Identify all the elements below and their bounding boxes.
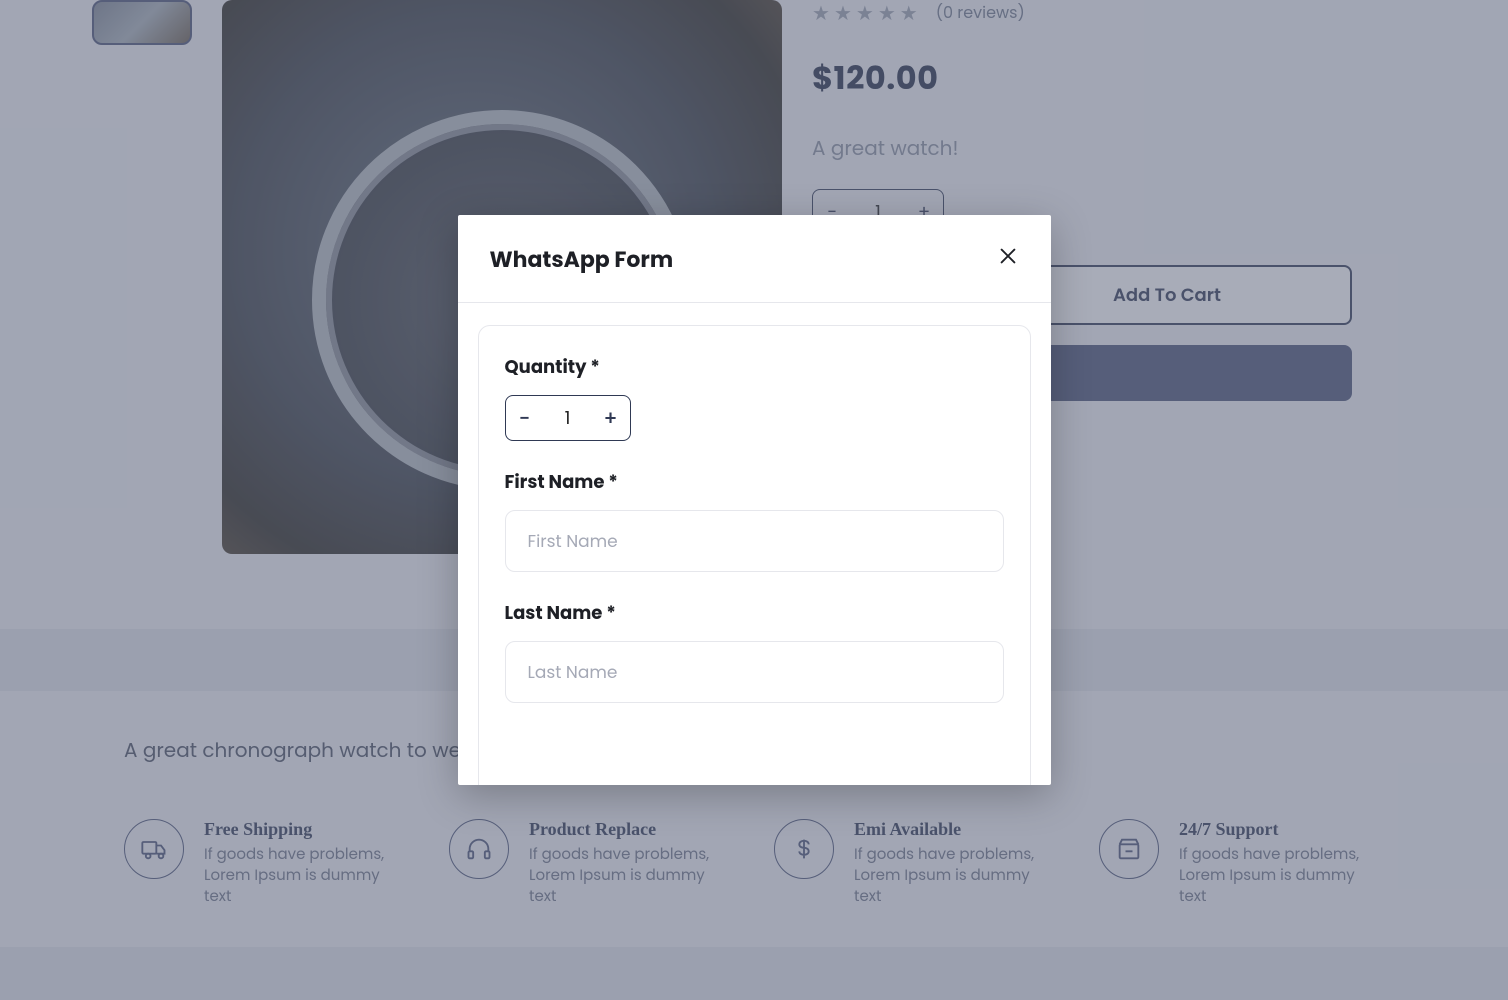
plus-icon[interactable]: + (601, 409, 619, 427)
first-name-field[interactable] (505, 510, 1004, 572)
modal-quantity-stepper[interactable]: − 1 + (505, 395, 631, 441)
quantity-label: Quantity * (505, 354, 1004, 381)
first-name-group: First Name * (505, 469, 1004, 572)
quantity-group: Quantity * − 1 + (505, 354, 1004, 441)
minus-icon[interactable]: − (516, 409, 534, 427)
modal-header: WhatsApp Form (458, 215, 1051, 303)
first-name-label: First Name * (505, 469, 1004, 496)
form-card: Quantity * − 1 + First Name * Last Name … (478, 325, 1031, 785)
modal-body[interactable]: Quantity * − 1 + First Name * Last Name … (458, 303, 1051, 785)
modal-overlay[interactable]: WhatsApp Form Quantity * − 1 + Firs (0, 0, 1508, 1000)
modal-quantity-value: 1 (565, 405, 571, 432)
last-name-label: Last Name * (505, 600, 1004, 627)
last-name-field[interactable] (505, 641, 1004, 703)
close-icon (997, 245, 1019, 267)
whatsapp-form-modal: WhatsApp Form Quantity * − 1 + Firs (458, 215, 1051, 785)
last-name-group: Last Name * (505, 600, 1004, 703)
close-button[interactable] (997, 245, 1019, 274)
modal-title: WhatsApp Form (490, 243, 674, 276)
